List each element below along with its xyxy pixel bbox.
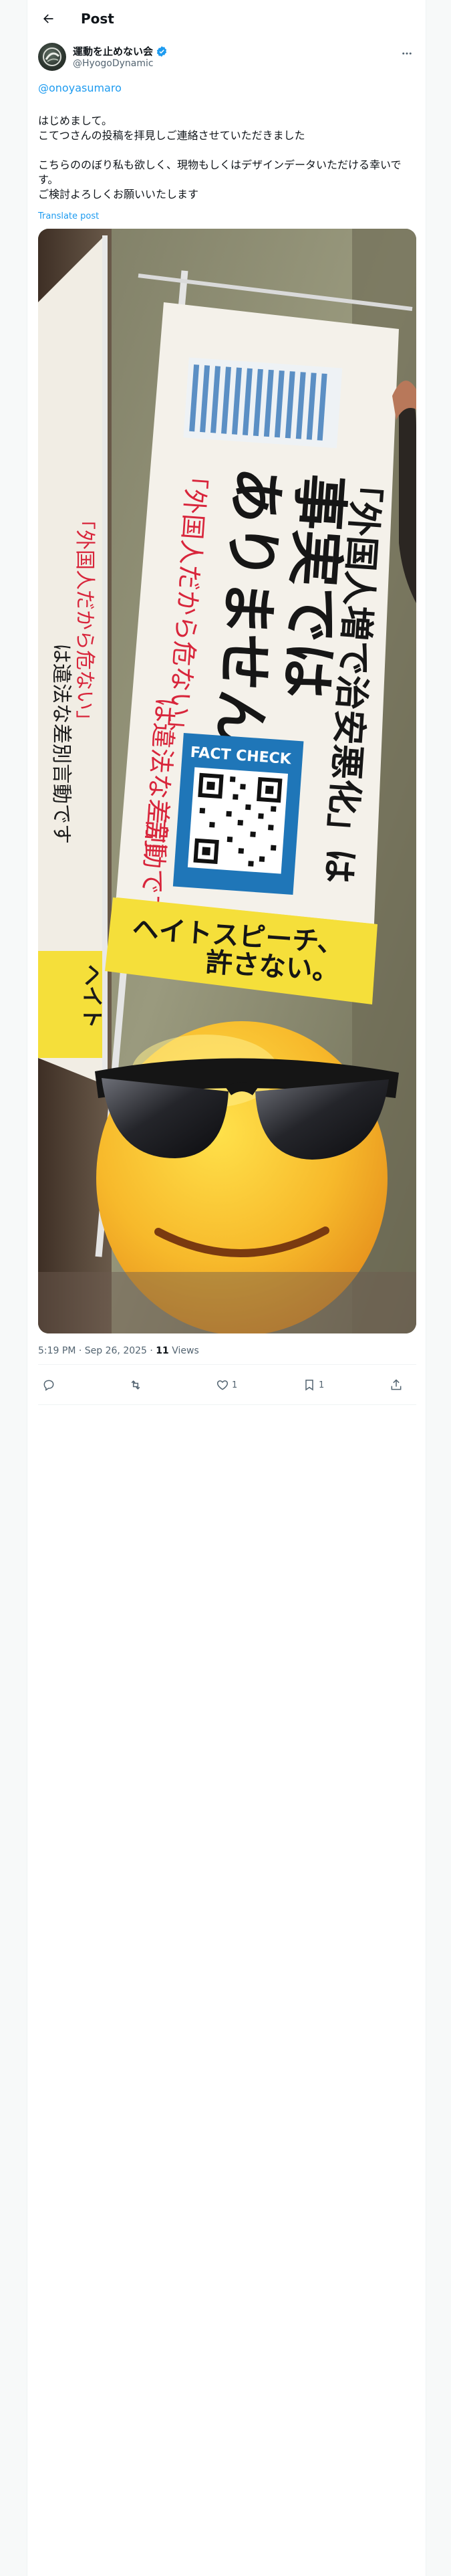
left-banner-red-text: 「外国人だから危ない」	[73, 510, 96, 730]
reply-icon	[43, 1380, 54, 1391]
divider	[38, 1364, 416, 1365]
like-button[interactable]: 1	[216, 1378, 239, 1392]
back-button[interactable]	[37, 7, 59, 30]
post-timestamp[interactable]: 5:19 PM · Sep 26, 2025 ·	[38, 1346, 156, 1356]
arrow-left-icon	[43, 14, 53, 23]
left-banner: 「外国人だから危ない」 は違法な差別言動です ヘイト	[38, 235, 108, 1091]
post-metadata: 5:19 PM · Sep 26, 2025 · 11 Views	[38, 1346, 199, 1356]
author-name[interactable]: 運動を止めない会	[73, 44, 168, 58]
post-text: はじめまして。 こてつさんの投稿を拝見しご連絡させていただきました こちらののぼ…	[38, 114, 416, 202]
post-detail-page: Post 運動を止めない会 @HyogoDynamic @onoyasumaro…	[27, 0, 426, 2576]
repost-button[interactable]	[129, 1378, 152, 1392]
photo-canvas: 「外国人だから危ない」 は違法な差別言動です ヘイト 「外国人増で治安悪化」は …	[38, 229, 416, 1333]
more-options-button[interactable]	[398, 44, 416, 63]
reply-button[interactable]	[42, 1378, 65, 1392]
bookmark-button[interactable]: 1	[303, 1378, 325, 1392]
like-count: 1	[232, 1380, 238, 1390]
post-text-line	[38, 143, 416, 158]
author-row: 運動を止めない会 @HyogoDynamic	[38, 43, 416, 72]
post-text-line: こちらののぼり私も欲しく、現物もしくはデザインデータいただける幸いです。	[38, 158, 402, 186]
post-photo[interactable]: 「外国人だから危ない」 は違法な差別言動です ヘイト 「外国人増で治安悪化」は …	[38, 229, 416, 1333]
author-handle[interactable]: @HyogoDynamic	[73, 58, 154, 69]
author-display-name: 運動を止めない会	[73, 45, 154, 58]
left-banner-yellow-text: ヘイト	[80, 964, 105, 1029]
share-icon	[391, 1379, 402, 1390]
action-bar: 1 1	[38, 1368, 416, 1402]
translate-post-link[interactable]: Translate post	[38, 211, 99, 221]
page-title: Post	[81, 11, 114, 27]
views-count: 11	[156, 1346, 169, 1356]
share-button[interactable]	[390, 1378, 412, 1392]
fact-check-box: FACT CHECK	[172, 732, 304, 895]
avatar-logo-icon	[43, 47, 61, 66]
verified-badge-icon	[156, 45, 167, 57]
left-banner-black-text: は違法な差別言動です	[49, 643, 73, 844]
bookmark-icon	[305, 1380, 313, 1391]
post-text-line: ご検討よろしくお願いいたします	[38, 188, 199, 201]
bookmark-count: 1	[319, 1380, 325, 1390]
divider	[38, 1404, 416, 1405]
heart-icon	[216, 1380, 229, 1390]
views-label: Views	[168, 1346, 199, 1356]
more-horizontal-icon	[402, 52, 412, 55]
mention-link[interactable]: @onoyasumaro	[38, 82, 122, 94]
top-bar: Post	[27, 0, 427, 37]
post-text-line: はじめまして。	[38, 114, 113, 127]
repost-icon	[131, 1380, 140, 1390]
post-text-line: こてつさんの投稿を拝見しご連絡させていただきました	[38, 129, 305, 142]
avatar[interactable]	[38, 43, 66, 71]
